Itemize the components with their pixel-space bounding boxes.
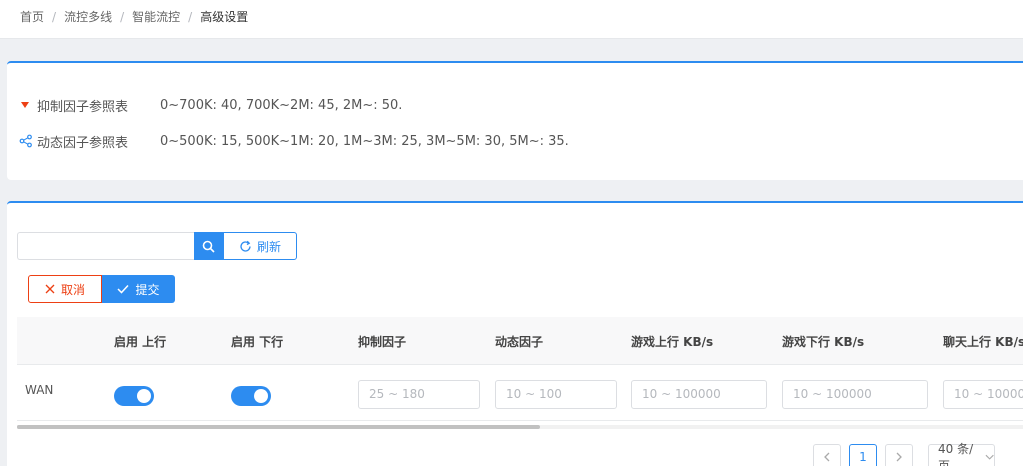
submit-button[interactable]: 提交	[102, 275, 175, 303]
chat-up-input[interactable]: 10 ~ 100000	[943, 380, 1023, 409]
column-header-chat-up: 聊天上行 KB/s	[943, 335, 1023, 349]
share-icon	[19, 134, 33, 148]
settings-panel: 刷新 取消 提交 启用 上行 启用 下行 抑制因子 动态因子 游戏上行 KB/s…	[7, 201, 1023, 466]
breadcrumb-item-multiline[interactable]: 流控多线	[64, 8, 112, 25]
next-page-button[interactable]	[885, 444, 913, 466]
page-size-select[interactable]: 40 条/页	[928, 442, 995, 466]
dynamic-reference-title: 动态因子参照表	[37, 135, 129, 151]
dynamic-factor-input[interactable]: 10 ~ 100	[495, 380, 617, 409]
game-down-input[interactable]: 10 ~ 100000	[782, 380, 928, 409]
suppress-reference-row: 抑制因子参照表 0~700K: 40, 700K~2M: 45, 2M~: 50…	[19, 96, 403, 115]
chevron-left-icon	[824, 452, 830, 462]
breadcrumb-separator: /	[120, 10, 125, 24]
column-header-game-up: 游戏上行 KB/s	[631, 335, 714, 349]
row-name: WAN	[25, 383, 54, 397]
breadcrumb-item-home[interactable]: 首页	[20, 8, 44, 25]
breadcrumb: 首页 / 流控多线 / 智能流控 / 高级设置	[20, 8, 248, 25]
dynamic-reference-value: 0~500K: 15, 500K~1M: 20, 1M~3M: 25, 3M~5…	[160, 133, 569, 149]
breadcrumb-separator: /	[52, 10, 57, 24]
column-header-enable-down: 启用 下行	[231, 335, 284, 349]
column-header-suppress: 抑制因子	[358, 335, 407, 349]
chevron-right-icon	[896, 452, 902, 462]
search-input[interactable]	[17, 232, 195, 260]
suppress-factor-input[interactable]: 25 ~ 180	[358, 380, 480, 409]
suppress-reference-value: 0~700K: 40, 700K~2M: 45, 2M~: 50.	[160, 97, 403, 113]
scrollbar-thumb[interactable]	[17, 425, 541, 429]
refresh-label: 刷新	[256, 239, 281, 254]
breadcrumb-separator: /	[188, 10, 193, 24]
breadcrumb-item-smart-flow[interactable]: 智能流控	[132, 8, 180, 25]
close-icon	[45, 284, 55, 294]
table-row: WAN 25 ~ 180 10 ~ 100 10 ~ 100000 10 ~ 1…	[17, 365, 1023, 421]
settings-table: 启用 上行 启用 下行 抑制因子 动态因子 游戏上行 KB/s 游戏下行 KB/…	[17, 317, 1023, 429]
search-icon	[202, 240, 215, 253]
enable-down-toggle[interactable]	[231, 386, 271, 406]
prev-page-button[interactable]	[813, 444, 841, 466]
caret-down-icon	[19, 98, 33, 112]
page-number-current[interactable]: 1	[849, 444, 877, 466]
cancel-label: 取消	[60, 282, 85, 297]
column-header-dynamic: 动态因子	[495, 335, 544, 349]
check-icon	[117, 284, 130, 294]
cancel-button[interactable]: 取消	[28, 275, 102, 303]
search-button[interactable]	[194, 232, 223, 260]
refresh-icon	[240, 240, 251, 252]
table-header: 启用 上行 启用 下行 抑制因子 动态因子 游戏上行 KB/s 游戏下行 KB/…	[17, 317, 1023, 365]
column-header-enable-up: 启用 上行	[114, 335, 167, 349]
table-horizontal-scrollbar[interactable]	[17, 425, 1023, 429]
refresh-button[interactable]: 刷新	[223, 232, 297, 260]
reference-panel: 抑制因子参照表 0~700K: 40, 700K~2M: 45, 2M~: 50…	[7, 61, 1023, 180]
submit-label: 提交	[135, 282, 160, 297]
game-up-input[interactable]: 10 ~ 100000	[631, 380, 767, 409]
chevron-down-icon	[985, 454, 994, 460]
column-header-game-down: 游戏下行 KB/s	[782, 335, 865, 349]
breadcrumb-bar: 首页 / 流控多线 / 智能流控 / 高级设置	[0, 0, 1023, 39]
suppress-reference-title: 抑制因子参照表	[37, 99, 129, 115]
dynamic-reference-row: 动态因子参照表 0~500K: 15, 500K~1M: 20, 1M~3M: …	[19, 132, 569, 151]
breadcrumb-item-advanced: 高级设置	[200, 10, 249, 24]
page-size-label: 40 条/页	[938, 442, 974, 466]
enable-up-toggle[interactable]	[114, 386, 154, 406]
